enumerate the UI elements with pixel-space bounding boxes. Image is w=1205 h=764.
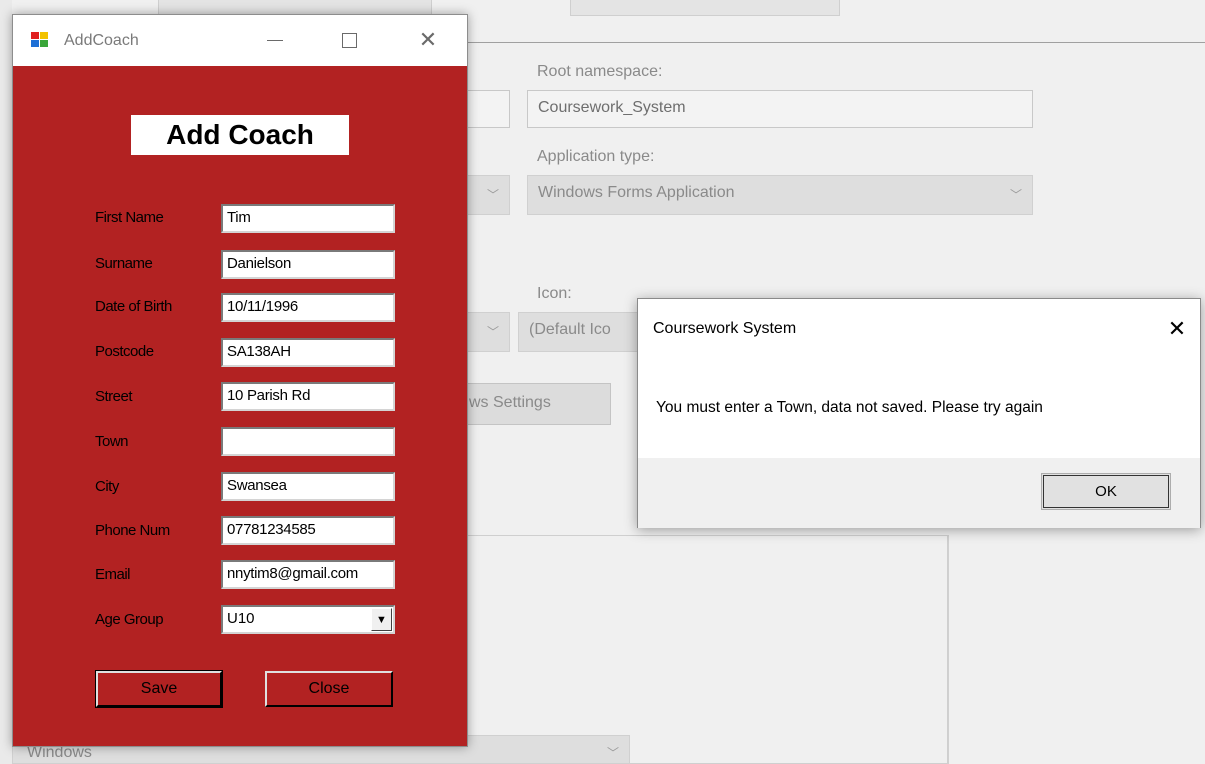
age-group-select[interactable]: U10 ▼ [221,605,395,634]
city-input[interactable]: Swansea [221,472,395,501]
maximize-button[interactable] [326,15,372,66]
icon-label: Icon: [537,285,572,302]
background-divider [468,42,1205,43]
title-bar[interactable]: AddCoach ✕ [13,15,467,66]
icon-combo[interactable]: (Default Ico [518,312,638,352]
age-group-label: Age Group [95,611,164,628]
date-of-birth-input[interactable]: 10/11/1996 [221,293,395,322]
chevron-down-icon: ﹀ [486,325,499,339]
application-type-label: Application type: [537,148,655,165]
chevron-down-icon: ﹀ [606,746,619,760]
town-label: Town [95,433,129,450]
add-coach-window: AddCoach ✕ Add Coach First Name Tim Surn… [12,14,468,747]
windows-settings-button[interactable]: ws Settings [466,383,611,425]
city-label: City [95,478,119,495]
postcode-input[interactable]: SA138AH [221,338,395,367]
background-panel-divider [948,535,949,764]
target-framework-combo[interactable]: ﹀ [466,175,510,215]
email-label: Email [95,566,131,583]
close-button[interactable]: Close [265,671,393,707]
root-namespace-label: Root namespace: [537,63,663,80]
first-name-label: First Name [95,209,164,226]
ok-button[interactable]: OK [1041,473,1171,510]
maximize-icon [341,33,357,48]
message-box-title: Coursework System [653,320,797,337]
form-heading: Add Coach [131,115,349,155]
close-icon: ✕ [418,28,438,53]
startup-object-combo[interactable]: ﹀ [466,312,510,352]
close-window-button[interactable]: ✕ [405,15,451,66]
message-box: Coursework System ✕ You must enter a Tow… [637,298,1201,528]
email-input[interactable]: nnytim8@gmail.com [221,560,395,589]
application-type-combo[interactable]: Windows Forms Application ﹀ [527,175,1033,215]
message-text: You must enter a Town, data not saved. P… [656,399,1043,416]
background-left-edge [0,0,12,764]
background-panel [460,535,948,764]
icon-combo-value: (Default Ico [529,321,611,338]
window-title: AddCoach [64,32,139,49]
first-name-input[interactable]: Tim [221,204,395,233]
close-icon: ✕ [1167,316,1187,342]
street-input[interactable]: 10 Parish Rd [221,382,395,411]
age-group-value: U10 [227,610,255,627]
phone-num-label: Phone Num [95,522,170,539]
background-top-field-2[interactable] [570,0,840,16]
phone-num-input[interactable]: 07781234585 [221,516,395,545]
assembly-name-field[interactable] [466,90,510,128]
dropdown-arrow-icon[interactable]: ▼ [371,608,392,631]
application-type-value: Windows Forms Application [538,184,735,201]
town-input[interactable] [221,427,395,456]
minimize-icon [267,40,283,41]
surname-label: Surname [95,255,153,272]
message-box-footer: OK [638,458,1200,528]
surname-input[interactable]: Danielson [221,250,395,279]
root-namespace-field[interactable]: Coursework_System [527,90,1033,128]
postcode-label: Postcode [95,343,154,360]
app-icon [31,32,49,48]
save-button[interactable]: Save [95,670,223,708]
date-of-birth-label: Date of Birth [95,298,172,315]
message-box-close-button[interactable]: ✕ [1154,299,1200,359]
chevron-down-icon: ﹀ [1009,188,1022,202]
chevron-down-icon: ﹀ [486,188,499,202]
street-label: Street [95,388,133,405]
minimize-button[interactable] [252,15,298,66]
